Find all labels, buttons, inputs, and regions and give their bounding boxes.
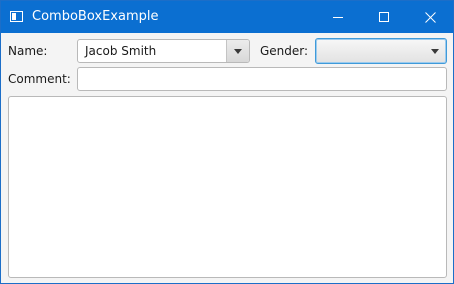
close-button[interactable]	[407, 1, 453, 33]
comment-label: Comment:	[8, 72, 71, 86]
minimize-icon	[333, 17, 343, 18]
comment-field[interactable]	[77, 67, 447, 91]
name-label: Name:	[8, 44, 48, 58]
form-panel: Name: Jacob Smith Gender: Comment:	[1, 33, 453, 283]
app-window: ComboBoxExample Name: Jacob Smith Gender…	[0, 0, 454, 284]
gender-label: Gender:	[260, 44, 309, 58]
chevron-down-icon	[431, 49, 439, 54]
title-bar[interactable]: ComboBoxExample	[1, 1, 453, 33]
maximize-icon	[379, 12, 389, 22]
maximize-button[interactable]	[361, 1, 407, 33]
name-combobox-arrow-button[interactable]	[226, 40, 249, 62]
output-textarea[interactable]	[8, 96, 447, 278]
gender-combobox[interactable]	[315, 38, 447, 64]
name-combobox[interactable]: Jacob Smith	[77, 39, 250, 63]
close-icon	[424, 11, 436, 23]
chevron-down-icon	[234, 49, 242, 54]
app-icon	[10, 11, 23, 22]
minimize-button[interactable]	[315, 1, 361, 33]
name-combobox-value: Jacob Smith	[85, 44, 157, 58]
window-title: ComboBoxExample	[32, 9, 159, 24]
